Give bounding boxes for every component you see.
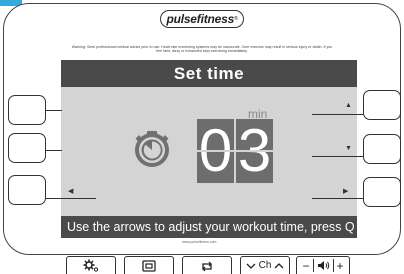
up-arrow-icon: ▲ [345,102,352,109]
right-arrow-icon: ▶ [343,188,349,195]
website-url: www.pulsefitness.com [182,240,217,244]
timer-icon [135,131,169,167]
right-line-3 [312,198,364,200]
screen-icon [142,259,156,272]
screen-title: Set time [61,60,357,87]
channel-down-icon[interactable] [246,262,256,270]
volume-plus-button[interactable]: + [337,259,344,273]
time-digit-tens: 0 [197,117,234,184]
left-button-3[interactable] [8,175,46,205]
channel-control[interactable]: Ch [240,256,290,274]
repeat-icon [202,261,212,271]
left-line-1 [46,110,62,112]
repeat-button[interactable] [182,256,232,274]
right-line-1 [312,114,364,116]
display-screen: Set time min 0 3 Use the arrows to adjus… [61,60,357,238]
left-button-1[interactable] [8,95,46,125]
left-button-2[interactable] [8,133,46,163]
left-line-3 [46,198,96,200]
registered-mark: ® [234,16,238,22]
left-arrow-icon: ◀ [68,188,74,195]
instruction-bar: Use the arrows to adjust your workout ti… [61,216,357,238]
brand-logo: pulsefitness® [160,10,244,28]
time-digit-ones: 3 [236,117,273,184]
right-button-2[interactable] [363,134,401,164]
screen-button[interactable] [124,256,174,274]
brand-logo-text: pulsefitness [166,12,235,26]
volume-divider-right [332,259,334,272]
channel-label: Ch [258,260,272,271]
right-button-3[interactable] [363,177,401,207]
volume-control[interactable]: − + [296,256,350,274]
right-button-1[interactable] [363,90,401,120]
settings-icon [83,259,99,272]
speaker-icon [317,261,329,270]
down-arrow-icon: ▼ [345,145,352,152]
right-line-2 [312,156,364,158]
volume-divider-left [312,259,314,272]
left-line-2 [46,150,62,152]
channel-up-icon[interactable] [274,262,284,270]
safety-warning: Warning: Seek professional medical advic… [71,45,333,54]
volume-minus-button[interactable]: − [302,259,309,273]
settings-button[interactable] [66,256,116,274]
